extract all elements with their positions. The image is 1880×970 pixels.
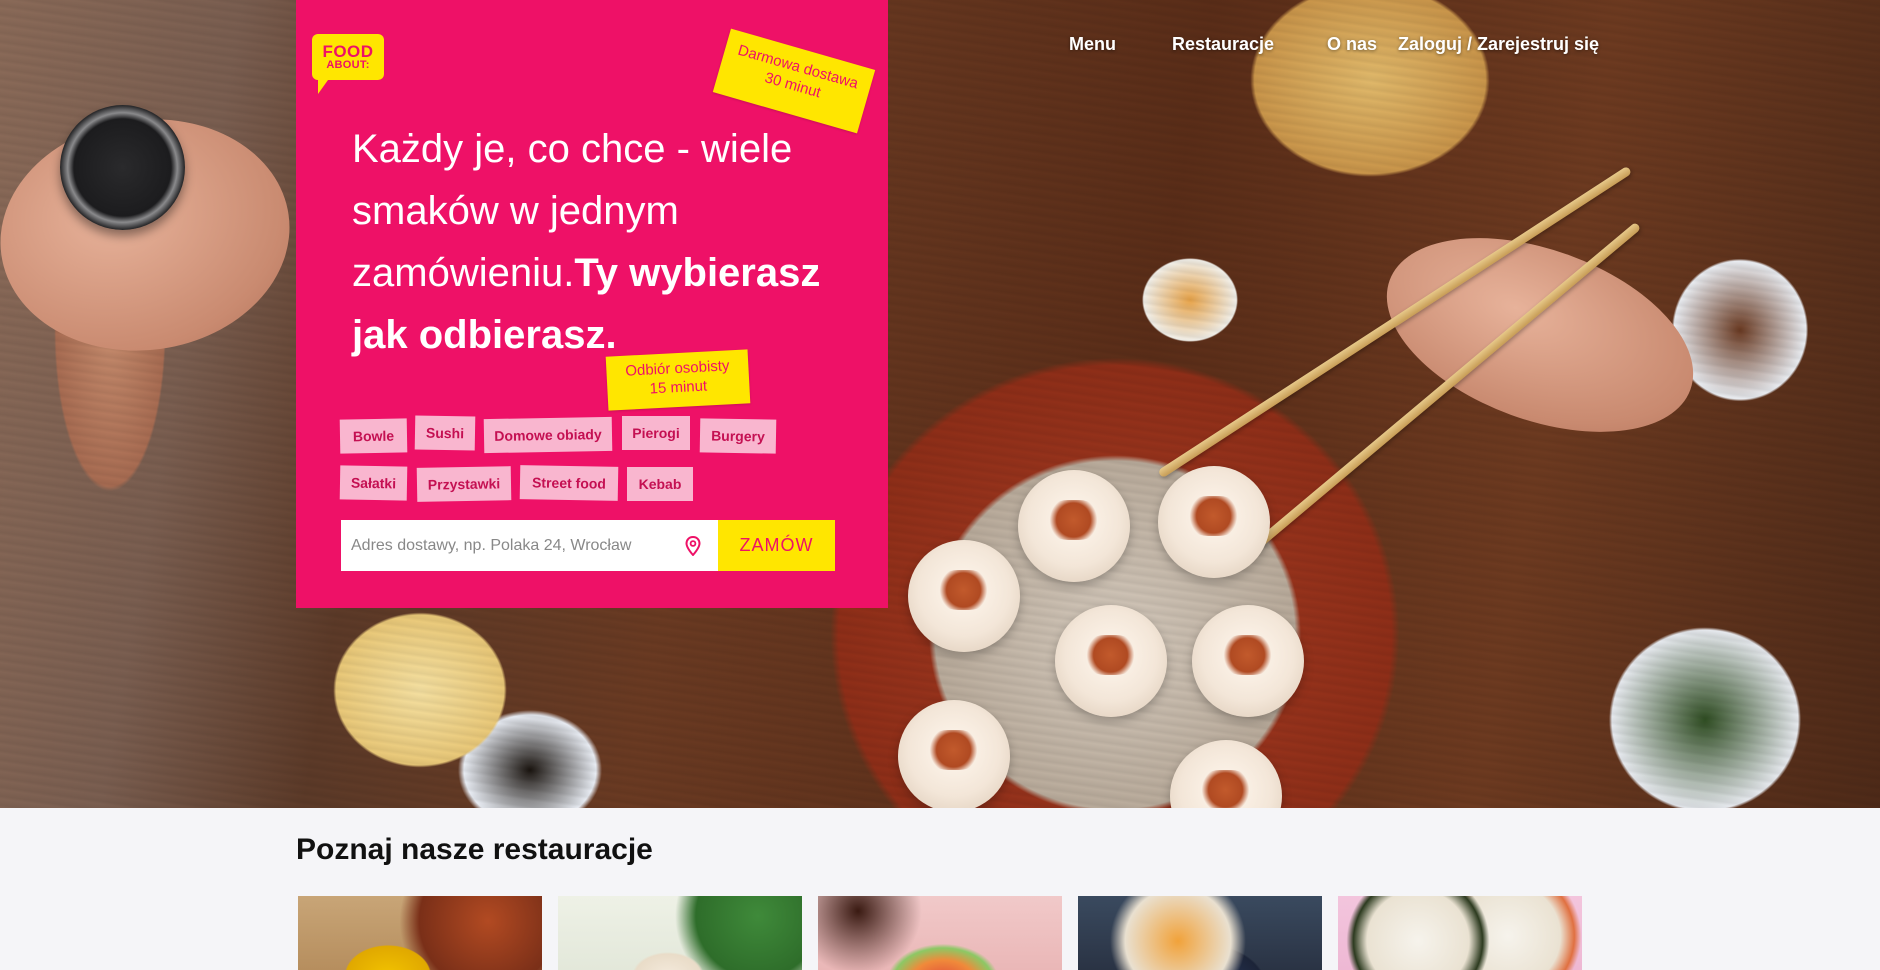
order-button[interactable]: ZAMÓW [718, 520, 835, 571]
restaurant-card[interactable] [298, 896, 542, 970]
restaurants-section-title: Poznaj nasze restauracje [296, 833, 653, 866]
dumpling [898, 700, 1010, 808]
hero-panel: FOOD ABOUT: Darmowa dostawa 30 minut Każ… [296, 0, 888, 608]
logo-text-line2: ABOUT: [326, 59, 370, 71]
address-input[interactable] [351, 520, 680, 571]
restaurant-card[interactable] [1078, 896, 1322, 970]
nav-restaurants-link[interactable]: Restauracje [1172, 34, 1274, 55]
dumpling [1158, 466, 1270, 578]
restaurant-card[interactable] [818, 896, 1062, 970]
tag-kebab[interactable]: Kebab [627, 467, 693, 501]
food-about-logo[interactable]: FOOD ABOUT: [312, 34, 384, 94]
nav-menu-link[interactable]: Menu [1069, 34, 1116, 55]
dumpling [1018, 470, 1130, 582]
nav-about-link[interactable]: O nas [1327, 34, 1377, 55]
map-pin-icon [680, 533, 706, 559]
tag-burgery[interactable]: Burgery [699, 418, 777, 454]
hero-background-photo [0, 0, 1880, 808]
tag-domowe-obiady[interactable]: Domowe obiady [483, 416, 613, 454]
logo-text-line1: FOOD [322, 42, 374, 61]
dumpling [908, 540, 1020, 652]
nav-login-link[interactable]: Zaloguj / Zarejestruj się [1398, 34, 1599, 55]
tag-pierogi[interactable]: Pierogi [622, 416, 690, 450]
hero-headline: Każdy je, co chce - wiele smaków w jedny… [352, 118, 852, 366]
restaurant-card[interactable] [1338, 896, 1582, 970]
restaurant-card[interactable] [558, 896, 802, 970]
dumpling [1192, 605, 1304, 717]
dumpling [1055, 605, 1167, 717]
tag-bowle[interactable]: Bowle [339, 418, 408, 454]
tag-street-food[interactable]: Street food [519, 465, 619, 501]
tag-sushi[interactable]: Sushi [414, 415, 476, 451]
wristwatch-image [60, 105, 185, 230]
pickup-sticker: Odbiór osobisty 15 minut [605, 349, 751, 411]
tag-salatki[interactable]: Sałatki [339, 465, 408, 501]
address-search-box [341, 520, 718, 571]
tag-przystawki[interactable]: Przystawki [416, 466, 512, 502]
